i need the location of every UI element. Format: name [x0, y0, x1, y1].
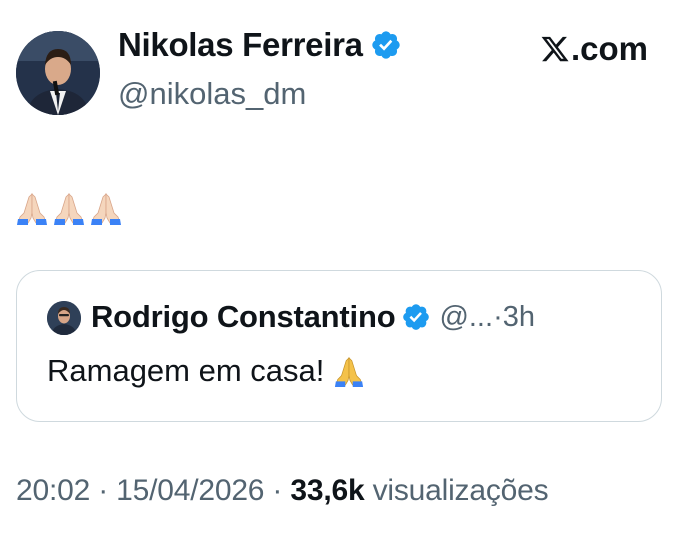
quoted-tweet-card[interactable]: Rodrigo Constantino @... · 3h Ramagem em… [16, 270, 662, 422]
tweet-date[interactable]: 15/04/2026 [116, 474, 264, 507]
author-name[interactable]: Nikolas Ferreira [118, 26, 363, 64]
quoted-author-name[interactable]: Rodrigo Constantino [91, 299, 396, 335]
author-avatar[interactable] [16, 31, 100, 115]
avatar-image [16, 31, 100, 115]
quoted-author-avatar[interactable] [47, 301, 81, 335]
quoted-text: Ramagem em casa! [47, 353, 325, 388]
view-count: 33,6k [290, 474, 365, 507]
quoted-timestamp[interactable]: 3h [503, 301, 535, 334]
brand-label: .com [540, 30, 648, 68]
verified-badge-icon [403, 304, 430, 330]
tweet-body [16, 186, 127, 226]
folded-hands-emoji-icon [17, 193, 47, 226]
folded-hands-emoji-icon [335, 356, 364, 387]
author-handle[interactable]: @nikolas_dm [118, 76, 306, 112]
meta-separator: · [90, 474, 117, 507]
folded-hands-emoji-icon [54, 193, 84, 226]
view-count-label: visualizações [364, 474, 549, 507]
quoted-avatar-image [47, 301, 81, 335]
quoted-author-handle[interactable]: @... [439, 301, 493, 334]
author-name-row: Nikolas Ferreira [118, 26, 402, 64]
quoted-body: Ramagem em casa! [47, 353, 364, 389]
x-logo-icon [541, 36, 569, 62]
meta-separator: · [264, 474, 291, 507]
quoted-separator: · [493, 300, 503, 333]
tweet-metadata: 20:02 · 15/04/2026 · 33,6k visualizações [16, 474, 549, 508]
verified-badge-icon [372, 31, 400, 59]
tweet-time[interactable]: 20:02 [16, 474, 90, 507]
folded-hands-emoji-icon [91, 193, 121, 226]
brand-domain: .com [571, 30, 649, 67]
quoted-header: Rodrigo Constantino @... · 3h [91, 299, 535, 335]
